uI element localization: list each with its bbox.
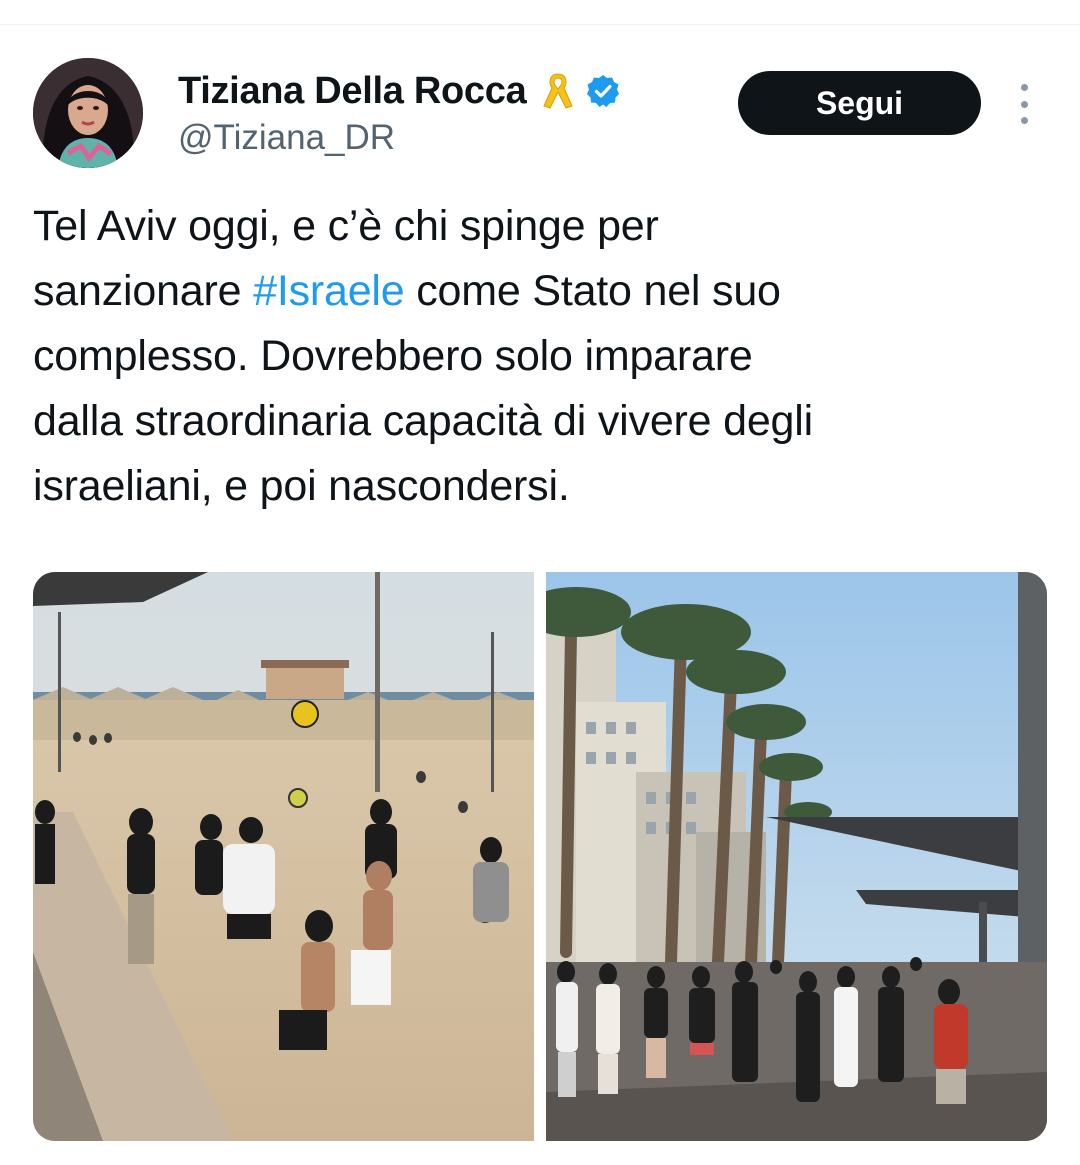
promenade-crowd-photo[interactable] bbox=[546, 572, 1047, 1141]
yellow-ribbon-icon bbox=[543, 73, 574, 109]
tweet-text-line: sanzionare #Israele come Stato nel suo bbox=[33, 267, 781, 315]
tweet-text-line: Tel Aviv oggi, e c’è chi spinge per bbox=[33, 202, 659, 250]
author-name-row: Tiziana Della Rocca bbox=[178, 68, 620, 114]
more-vertical-icon[interactable] bbox=[1004, 84, 1044, 124]
hashtag-link[interactable]: #Israele bbox=[253, 267, 405, 315]
tweet-text-line: complesso. Dovrebbero solo imparare bbox=[33, 332, 753, 380]
follow-button[interactable]: Segui bbox=[738, 71, 981, 135]
author-display-name[interactable]: Tiziana Della Rocca bbox=[178, 70, 527, 113]
beach-football-photo[interactable] bbox=[33, 572, 534, 1141]
avatar[interactable] bbox=[33, 58, 143, 168]
tweet-text-line: dalla straordinaria capacità di vivere d… bbox=[33, 397, 813, 445]
top-divider bbox=[0, 24, 1080, 25]
tweet-text-line: israeliani, e poi nascondersi. bbox=[33, 462, 570, 510]
verified-badge-icon[interactable] bbox=[586, 74, 620, 108]
author-handle[interactable]: @Tiziana_DR bbox=[178, 118, 395, 158]
tweet-text: Tel Aviv oggi, e c’è chi spinge per sanz… bbox=[33, 194, 1048, 519]
